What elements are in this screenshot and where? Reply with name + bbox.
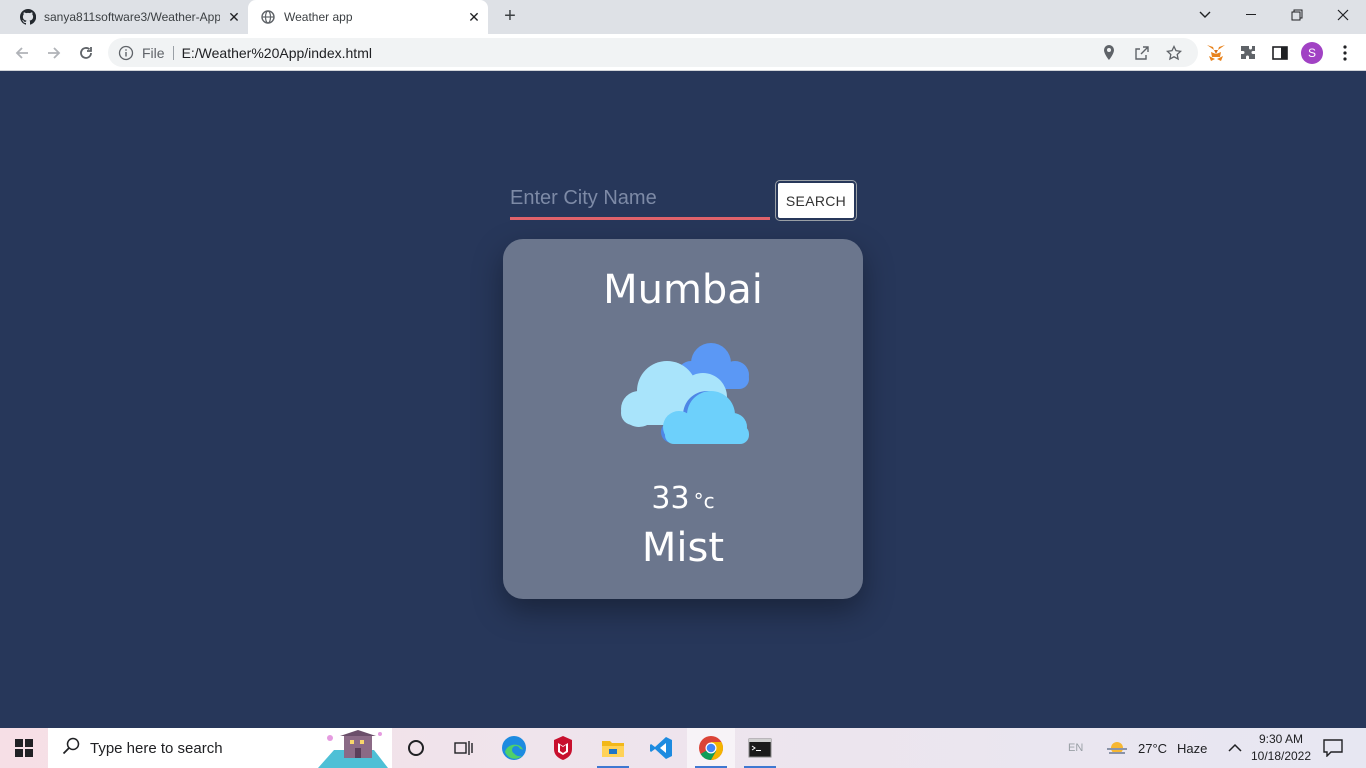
edge-icon[interactable] bbox=[490, 728, 538, 768]
info-icon[interactable] bbox=[118, 45, 134, 61]
input-language-indicator[interactable]: EN bbox=[1068, 728, 1083, 768]
close-tab-icon[interactable]: ✕ bbox=[460, 9, 488, 26]
chrome-icon[interactable] bbox=[687, 728, 735, 768]
side-panel-icon[interactable] bbox=[1269, 42, 1291, 64]
clouds-icon bbox=[615, 339, 751, 449]
browser-toolbar: File E:/Weather%20App/index.html S bbox=[0, 34, 1366, 71]
taskbar-weather-temp: 27°C bbox=[1138, 740, 1168, 756]
address-bar[interactable]: File E:/Weather%20App/index.html bbox=[108, 38, 1198, 67]
search-icon bbox=[62, 737, 80, 759]
cortana-icon[interactable] bbox=[392, 728, 440, 768]
search-button[interactable]: SEARCH bbox=[775, 180, 857, 221]
show-hidden-icons-chevron-icon[interactable] bbox=[1228, 728, 1242, 768]
system-clock[interactable]: 9:30 AM 10/18/2022 bbox=[1246, 731, 1316, 765]
profile-avatar[interactable]: S bbox=[1301, 42, 1323, 64]
taskbar-weather-widget[interactable]: 27°C Haze bbox=[1106, 728, 1207, 768]
temperature-value: 33 bbox=[651, 481, 690, 516]
tab-weather-app[interactable]: Weather app ✕ bbox=[248, 0, 488, 34]
browser-menu-icon[interactable] bbox=[1334, 42, 1356, 64]
github-icon bbox=[20, 9, 36, 25]
taskbar-search-box[interactable]: Type here to search bbox=[48, 728, 392, 768]
tab-search-icon[interactable] bbox=[1182, 0, 1228, 30]
city-search-input[interactable] bbox=[510, 180, 770, 220]
close-window-icon[interactable] bbox=[1320, 0, 1366, 30]
notifications-icon[interactable] bbox=[1323, 728, 1343, 768]
new-tab-button[interactable]: + bbox=[498, 5, 522, 29]
mcafee-shield-icon[interactable] bbox=[539, 728, 587, 768]
city-name: Mumbai bbox=[603, 267, 763, 313]
bookmark-star-icon[interactable] bbox=[1166, 38, 1182, 67]
back-icon[interactable] bbox=[9, 40, 35, 66]
search-highlight-illustration bbox=[314, 728, 392, 768]
forward-icon[interactable] bbox=[41, 40, 67, 66]
clock-date: 10/18/2022 bbox=[1250, 749, 1312, 763]
taskbar-search-placeholder: Type here to search bbox=[90, 739, 223, 757]
extensions-puzzle-icon[interactable] bbox=[1237, 42, 1259, 64]
minimize-icon[interactable] bbox=[1228, 0, 1274, 30]
browser-tab-strip: sanya811software3/Weather-App ✕ Weather … bbox=[0, 0, 1366, 34]
clock-time: 9:30 AM bbox=[1258, 732, 1304, 746]
tab-title: Weather app bbox=[284, 10, 353, 24]
task-view-icon[interactable] bbox=[440, 728, 488, 768]
url-scheme-label: File bbox=[142, 45, 174, 60]
windows-start-icon[interactable] bbox=[0, 728, 48, 768]
temperature-readout: 33 °c bbox=[503, 481, 863, 516]
restore-icon[interactable] bbox=[1274, 0, 1320, 30]
share-icon[interactable] bbox=[1134, 38, 1150, 67]
tab-github[interactable]: sanya811software3/Weather-App ✕ bbox=[8, 0, 248, 34]
url-text[interactable]: E:/Weather%20App/index.html bbox=[182, 45, 372, 61]
profile-initial: S bbox=[1301, 42, 1323, 64]
weather-card: Mumbai 33 °c Mist bbox=[503, 239, 863, 599]
temperature-unit: °c bbox=[693, 489, 715, 513]
close-tab-icon[interactable]: ✕ bbox=[220, 9, 248, 26]
taskbar-weather-condition: Haze bbox=[1177, 740, 1208, 756]
windows-taskbar: Type here to search EN 27°C Haze 9:30 AM… bbox=[0, 728, 1366, 768]
file-explorer-icon[interactable] bbox=[589, 728, 637, 768]
metamask-fox-icon[interactable] bbox=[1205, 42, 1227, 64]
haze-sun-icon bbox=[1106, 739, 1128, 757]
globe-icon bbox=[260, 9, 276, 25]
reload-icon[interactable] bbox=[73, 40, 99, 66]
tab-title: sanya811software3/Weather-App bbox=[44, 10, 220, 24]
location-icon[interactable] bbox=[1103, 38, 1115, 67]
vscode-icon[interactable] bbox=[637, 728, 685, 768]
weather-condition: Mist bbox=[641, 525, 725, 571]
terminal-icon[interactable] bbox=[736, 728, 784, 768]
